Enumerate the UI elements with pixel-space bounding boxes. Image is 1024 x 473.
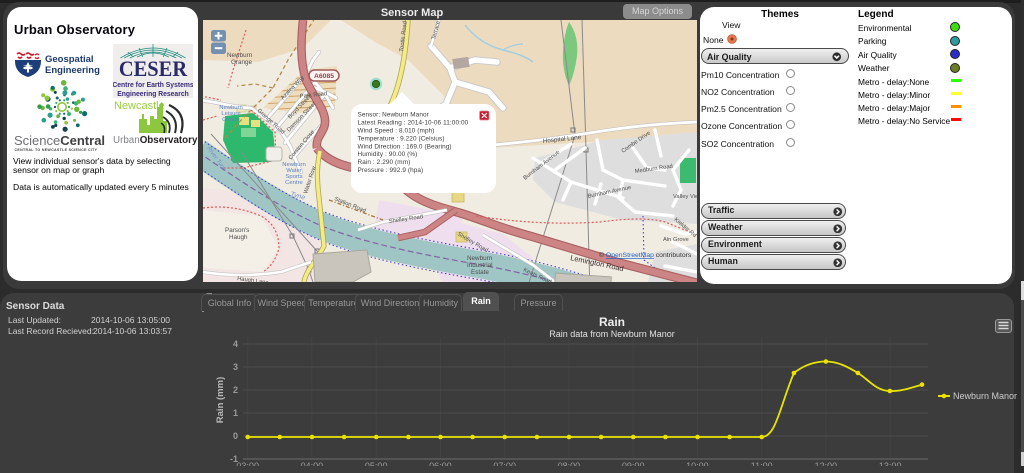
svg-text:Valley View: Valley View xyxy=(673,194,697,200)
svg-text:Newburn Manor: Newburn Manor xyxy=(953,391,1017,401)
svg-text:11:00: 11:00 xyxy=(751,461,773,466)
svg-text:Newburn: Newburn xyxy=(467,255,493,262)
svg-text:Newburn: Newburn xyxy=(227,52,253,59)
svg-text:A6085: A6085 xyxy=(314,73,334,80)
svg-text:05:00: 05:00 xyxy=(365,461,388,466)
svg-text:Parson's: Parson's xyxy=(225,227,249,234)
svg-text:10:00: 10:00 xyxy=(686,461,709,466)
svg-text:09:00: 09:00 xyxy=(622,461,645,466)
svg-text:03:00: 03:00 xyxy=(236,461,259,466)
svg-text:Industrial: Industrial xyxy=(467,262,493,269)
svg-text:Centre: Centre xyxy=(222,117,240,123)
svg-text:Geospatial: Geospatial xyxy=(45,54,94,65)
svg-text:Wind Speed : 8.010 (mph): Wind Speed : 8.010 (mph) xyxy=(358,127,435,134)
svg-text:Sensor: Newburn Manor: Sensor: Newburn Manor xyxy=(358,112,430,119)
svg-text:Grange: Grange xyxy=(231,59,253,66)
svg-text:1: 1 xyxy=(233,408,238,418)
svg-text:06:00: 06:00 xyxy=(429,461,452,466)
svg-text:13:00: 13:00 xyxy=(879,461,902,466)
svg-text:Latest Reading : 2014-10-06 11: Latest Reading : 2014-10-06 11:00:00 xyxy=(358,120,469,127)
svg-text:Centre: Centre xyxy=(285,180,303,186)
svg-text:Aln Grove: Aln Grove xyxy=(663,237,689,243)
svg-text:Humidity : 90.00 (%): Humidity : 90.00 (%) xyxy=(358,151,418,158)
svg-text:Wind Direction : 169.0 (Bearin: Wind Direction : 169.0 (Bearing) xyxy=(358,143,452,150)
svg-text:Engineering: Engineering xyxy=(45,65,100,76)
svg-text:Rain: Rain xyxy=(599,315,625,329)
svg-text:08:00: 08:00 xyxy=(558,461,581,466)
svg-text:04:00: 04:00 xyxy=(301,461,324,466)
svg-text:ScienceCentral: ScienceCentral xyxy=(14,133,105,148)
svg-text:07:00: 07:00 xyxy=(493,461,516,466)
svg-text:Rain : 2.290 (mm): Rain : 2.290 (mm) xyxy=(358,159,411,166)
svg-text:2: 2 xyxy=(233,385,238,395)
svg-text:© OpenStreetMap contributors: © OpenStreetMap contributors xyxy=(599,251,692,259)
svg-text:Haugh: Haugh xyxy=(229,234,248,241)
svg-text:Rain (mm): Rain (mm) xyxy=(215,377,226,423)
svg-text:UrbanObservatory: UrbanObservatory xyxy=(113,135,198,146)
svg-text:Estate: Estate xyxy=(471,269,489,276)
svg-text:Centre for Earth Systems: Centre for Earth Systems xyxy=(113,82,193,89)
svg-text:CESER: CESER xyxy=(119,56,188,81)
svg-text:Temperature : 9.220 (Celsius): Temperature : 9.220 (Celsius) xyxy=(358,135,445,142)
svg-text:Rain data from Newburn Manor: Rain data from Newburn Manor xyxy=(549,329,675,339)
svg-text:4: 4 xyxy=(233,339,238,349)
svg-text:Pressure : 992.9 (hpa): Pressure : 992.9 (hpa) xyxy=(358,167,424,174)
svg-text:12:00: 12:00 xyxy=(815,461,838,466)
svg-text:3: 3 xyxy=(233,362,238,372)
svg-text:CENTRAL TO NEWCASTLE SCIENCE C: CENTRAL TO NEWCASTLE SCIENCE CITY xyxy=(15,148,98,152)
svg-text:0: 0 xyxy=(233,431,238,441)
